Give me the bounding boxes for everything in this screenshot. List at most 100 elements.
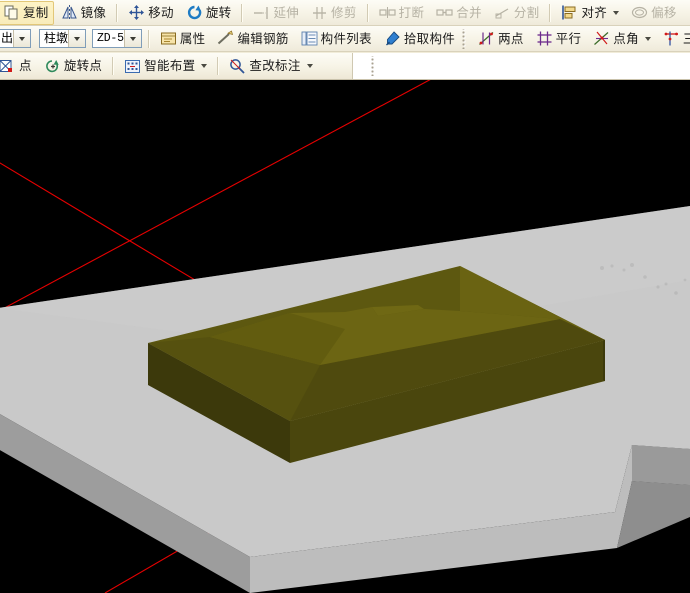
toolbar-separator [112, 57, 115, 75]
two-point-label: 两点 [498, 31, 524, 46]
extend-icon [254, 7, 269, 19]
pick-component-label: 拾取构件 [403, 31, 456, 46]
edit-toolbar: 复制 镜像 移动 旋转 延伸 修剪 打断 合并 分割 对齐 偏移 [0, 0, 690, 26]
align-button[interactable]: 对齐 [556, 1, 624, 25]
trim-icon [313, 7, 327, 19]
split-label: 分割 [513, 5, 540, 20]
move-icon [129, 5, 145, 20]
stretch-button[interactable]: 拉伸 [684, 1, 690, 25]
three-point-icon [664, 31, 678, 46]
parallel-label: 平行 [555, 31, 582, 46]
extend-button[interactable]: 延伸 [248, 1, 304, 25]
pier-base-right-face [603, 339, 605, 381]
rotate-label: 旋转 [205, 5, 232, 20]
3d-scene [0, 80, 690, 593]
two-point-icon [479, 32, 494, 45]
rotate-point-label: 旋转点 [63, 59, 103, 73]
copy-button[interactable]: 复制 [0, 0, 54, 25]
chevron-down-icon[interactable] [201, 64, 208, 68]
rotate-point-button[interactable]: 旋转点 [39, 54, 107, 78]
smart-layout-label: 智能布置 [144, 59, 196, 73]
mirror-icon [61, 5, 77, 20]
component-toolbar: 出 柱墩 ZD-5 属性 编辑钢筋 构件列表 拾取构件 两点 平行 点角 三 [0, 26, 690, 52]
smart-layout-icon [125, 59, 141, 73]
check-edit-annotation-label: 查改标注 [249, 59, 301, 73]
toolbar-separator [366, 3, 369, 22]
component-category-value: 柱墩 [44, 31, 69, 45]
component-name-combo[interactable]: ZD-5 [92, 29, 142, 48]
toolbar-separator [147, 29, 150, 48]
edit-rebar-label: 编辑钢筋 [237, 31, 289, 46]
toolbar-separator [217, 57, 220, 75]
point-icon [0, 59, 12, 72]
break-button[interactable]: 打断 [374, 1, 430, 25]
extend-label: 延伸 [273, 5, 300, 20]
parallel-button[interactable]: 平行 [531, 27, 587, 51]
split-button[interactable]: 分割 [489, 1, 545, 25]
component-type-value: 出 [1, 31, 14, 45]
application-window: 复制 镜像 移动 旋转 延伸 修剪 打断 合并 分割 对齐 偏移 出 柱墩 ZD… [0, 0, 690, 593]
offset-label: 偏移 [651, 5, 677, 20]
parallel-icon [537, 31, 552, 46]
toolbar-grip[interactable] [370, 56, 378, 76]
merge-button[interactable]: 合并 [431, 1, 487, 25]
offset-icon [631, 6, 648, 19]
point-angle-button[interactable]: 点角 [588, 27, 656, 51]
rotate-icon [187, 5, 202, 20]
rotate-point-icon [45, 59, 59, 72]
point-button[interactable]: 点 [0, 54, 37, 78]
merge-label: 合并 [456, 5, 482, 20]
3d-model-viewport[interactable] [0, 80, 690, 593]
toolbar-separator [116, 3, 119, 22]
component-name-value: ZD-5 [97, 32, 124, 45]
toolbar-separator [549, 3, 552, 22]
component-category-combo[interactable]: 柱墩 [39, 29, 87, 48]
offset-button[interactable]: 偏移 [626, 1, 682, 25]
smart-layout-button[interactable]: 智能布置 [119, 54, 212, 78]
two-point-button[interactable]: 两点 [473, 27, 529, 51]
point-label: 点 [19, 59, 32, 73]
check-edit-annotation-icon [230, 58, 246, 74]
toolbar-grip[interactable] [462, 28, 470, 49]
component-list-icon [301, 31, 318, 46]
three-point-label: 三点 [682, 31, 690, 46]
chevron-down-icon[interactable] [13, 30, 31, 47]
component-list-button[interactable]: 构件列表 [296, 27, 377, 51]
pick-component-button[interactable]: 拾取构件 [379, 27, 460, 51]
break-icon [379, 7, 396, 18]
move-label: 移动 [148, 5, 174, 20]
slab-notch-face [632, 445, 690, 485]
trim-button[interactable]: 修剪 [306, 1, 362, 25]
chevron-down-icon[interactable] [306, 64, 313, 68]
edit-rebar-icon [218, 30, 234, 45]
merge-icon [436, 9, 453, 16]
mirror-button[interactable]: 镜像 [56, 1, 112, 25]
align-icon [562, 5, 576, 20]
point-angle-label: 点角 [613, 31, 639, 46]
three-point-button[interactable]: 三点 [658, 27, 690, 51]
rotate-button[interactable]: 旋转 [181, 1, 237, 25]
trim-label: 修剪 [331, 5, 357, 20]
component-type-combo[interactable]: 出 [0, 29, 32, 48]
chevron-down-icon[interactable] [123, 30, 141, 47]
chevron-down-icon[interactable] [644, 36, 651, 41]
draw-toolbar: 点 旋转点 智能布置 查改标注 [0, 53, 690, 80]
chevron-down-icon[interactable] [613, 10, 620, 15]
align-label: 对齐 [581, 5, 608, 20]
properties-button[interactable]: 属性 [155, 27, 211, 51]
pick-component-icon [385, 31, 400, 46]
point-angle-icon [594, 31, 609, 45]
copy-label: 复制 [23, 5, 49, 20]
properties-label: 属性 [179, 31, 206, 46]
properties-icon [160, 32, 176, 45]
edit-rebar-button[interactable]: 编辑钢筋 [212, 27, 293, 51]
copy-icon [4, 5, 18, 20]
break-label: 打断 [398, 5, 425, 20]
split-icon [495, 8, 509, 19]
chevron-down-icon[interactable] [68, 30, 86, 47]
move-button[interactable]: 移动 [123, 1, 179, 25]
component-list-label: 构件列表 [320, 31, 372, 46]
check-edit-annotation-button[interactable]: 查改标注 [224, 54, 317, 78]
toolbar-separator [241, 3, 244, 22]
toolbar-area: 复制 镜像 移动 旋转 延伸 修剪 打断 合并 分割 对齐 偏移 出 柱墩 ZD… [0, 0, 690, 80]
